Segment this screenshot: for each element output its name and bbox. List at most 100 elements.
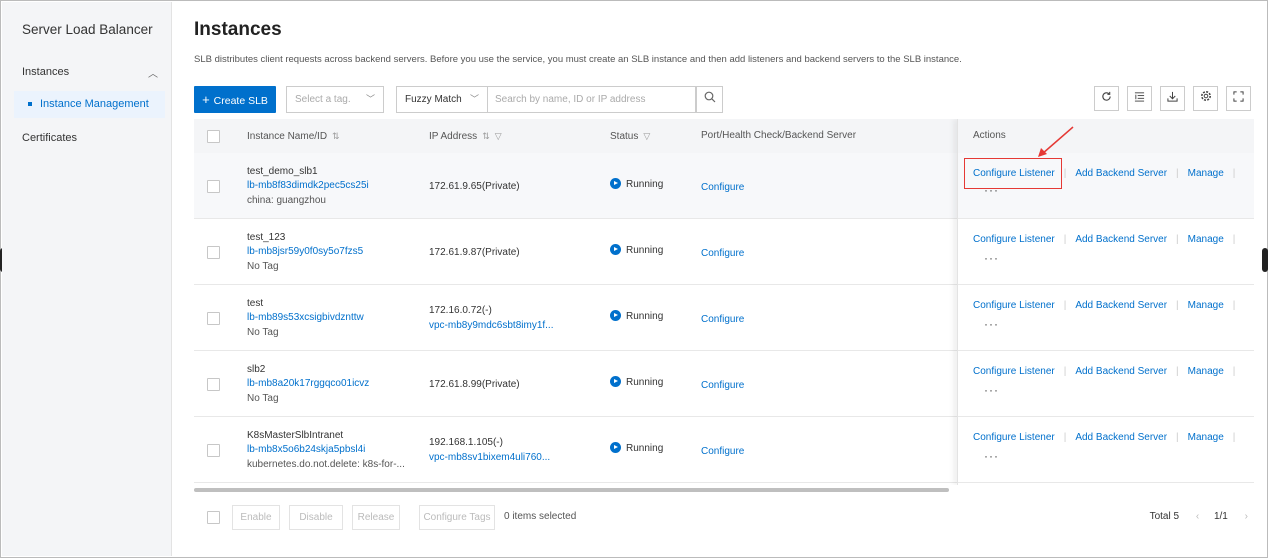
main-content: Instances SLB distributes client request…: [173, 2, 1266, 556]
page-title: Instances: [194, 19, 282, 40]
configure-port-link[interactable]: Configure: [701, 180, 744, 195]
instance-tag: kubernetes.do.not.delete: k8s-for-...: [247, 459, 405, 470]
running-icon: [610, 376, 621, 387]
running-icon: [610, 244, 621, 255]
row-checkbox[interactable]: [207, 444, 220, 457]
filter-icon[interactable]: ▽: [495, 131, 502, 141]
instance-id-link[interactable]: lb-mb8f83dimdk2pec5cs25i: [247, 178, 369, 193]
table-tools: [1094, 86, 1254, 113]
row-checkbox[interactable]: [207, 180, 220, 193]
match-mode-select[interactable]: Fuzzy Match ﹀: [396, 86, 488, 113]
instance-name: K8sMasterSlbIntranet: [247, 430, 344, 441]
instance-id-link[interactable]: lb-mb8jsr59y0f0sy5o7fzs5: [247, 244, 363, 259]
instance-tag: china: guangzhou: [247, 195, 326, 206]
plus-icon: +: [202, 92, 210, 107]
search-icon[interactable]: [696, 86, 723, 113]
configure-tags-button[interactable]: Configure Tags: [419, 505, 495, 530]
tag-select-placeholder: Select a tag.: [295, 94, 351, 105]
sort-icon[interactable]: ⇅: [332, 131, 340, 141]
configure-port-link[interactable]: Configure: [701, 444, 744, 459]
toolbar: + Create SLB Select a tag. ﹀ Fuzzy Match ﹀ …: [194, 86, 1254, 113]
ip-address: 192.168.1.105(-): [429, 437, 503, 448]
ip-address: 172.61.9.65(Private): [429, 181, 520, 192]
status-text: Running: [626, 245, 664, 256]
create-slb-label: Create SLB: [213, 95, 268, 107]
configure-port-link[interactable]: Configure: [701, 378, 744, 393]
row-checkbox[interactable]: [207, 312, 220, 325]
instance-id-link[interactable]: lb-mb8x5o6b24skja5pbsl4i: [247, 442, 365, 457]
instance-tag: No Tag: [247, 327, 279, 338]
status: Running: [610, 177, 663, 192]
instance-name: test_demo_slb1: [247, 166, 318, 177]
total-count: Total 5: [1149, 511, 1180, 522]
batch-actions-bar: Enable Disable Release Configure Tags 0 …: [194, 505, 1254, 530]
prev-page-icon[interactable]: ‹: [1196, 511, 1199, 522]
status-text: Running: [626, 443, 664, 454]
status-text: Running: [626, 311, 664, 322]
column-header-ip[interactable]: IP Address ⇅ ▽: [429, 119, 502, 153]
running-icon: [610, 178, 621, 189]
download-icon[interactable]: [1160, 86, 1185, 111]
match-mode-value: Fuzzy Match: [405, 94, 462, 105]
red-arrow-icon: [1038, 126, 1074, 157]
create-slb-button[interactable]: + Create SLB: [194, 86, 276, 113]
running-icon: [610, 310, 621, 321]
sidebar-item-label: Instance Management: [40, 98, 149, 110]
column-header-port: Port/Health Check/Backend Server: [701, 130, 857, 141]
column-header-status[interactable]: Status ▽: [610, 119, 650, 153]
column-settings-icon[interactable]: [1127, 86, 1152, 111]
instance-id-link[interactable]: lb-mb8a20k17rggqco01icvz: [247, 376, 369, 391]
sidebar-item-instance-management[interactable]: Instance Management: [14, 91, 165, 118]
row-checkbox[interactable]: [207, 378, 220, 391]
instance-name: slb2: [247, 364, 266, 375]
instance-name: test: [247, 298, 264, 309]
configure-port-link[interactable]: Configure: [701, 312, 744, 327]
highlight-box: [964, 158, 1062, 189]
chevron-up-icon: ︿: [148, 69, 158, 80]
selected-count: 0 items selected: [504, 511, 577, 522]
refresh-icon[interactable]: [1094, 86, 1119, 111]
vpc-id-link[interactable]: vpc-mb8y9mdc6sbt8imy1f...: [429, 318, 554, 333]
chevron-down-icon: ﹀: [469, 94, 479, 104]
bullet-icon: [28, 102, 32, 107]
next-page-icon[interactable]: ›: [1245, 511, 1248, 522]
sort-icon[interactable]: ⇅: [482, 131, 490, 141]
sidebar-group-instances[interactable]: Instances ︿: [22, 66, 158, 80]
status: Running: [610, 375, 663, 390]
horizontal-scrollbar[interactable]: [194, 488, 949, 492]
status-text: Running: [626, 179, 664, 190]
instance-id-link[interactable]: lb-mb89s53xcsigbivdznttw: [247, 310, 364, 325]
sidebar: Server Load Balancer Instances ︿ Instanc…: [2, 2, 172, 556]
enable-button[interactable]: Enable: [232, 505, 280, 530]
tag-select[interactable]: Select a tag. ﹀: [286, 86, 384, 113]
instances-table: Instance Name/ID ⇅ IP Address ⇅ ▽ Status ▽ P…: [194, 119, 1254, 485]
vpc-id-link[interactable]: vpc-mb8sv1bixem4uli760...: [429, 450, 550, 465]
configure-port-link[interactable]: Configure: [701, 246, 744, 261]
status-text: Running: [626, 377, 664, 388]
column-header-label: IP Address: [429, 131, 478, 142]
row-checkbox[interactable]: [207, 246, 220, 259]
status: Running: [610, 441, 663, 456]
status: Running: [610, 243, 663, 258]
status: Running: [610, 309, 663, 324]
ip-address: 172.16.0.72(-): [429, 305, 492, 316]
ip-address: 172.61.8.99(Private): [429, 379, 520, 390]
disable-button[interactable]: Disable: [289, 505, 343, 530]
gear-icon[interactable]: [1193, 86, 1218, 111]
chevron-down-icon: ﹀: [365, 94, 375, 104]
sidebar-item-certificates[interactable]: Certificates: [22, 132, 77, 144]
sidebar-group-label: Instances: [22, 66, 70, 78]
fullscreen-icon[interactable]: [1226, 86, 1251, 111]
instance-tag: No Tag: [247, 393, 279, 404]
instance-tag: No Tag: [247, 261, 279, 272]
filter-icon[interactable]: ▽: [643, 131, 650, 141]
footer-select-all-checkbox[interactable]: [207, 511, 220, 524]
instance-name: test_123: [247, 232, 286, 243]
sidebar-title: Server Load Balancer: [22, 22, 153, 37]
column-header-label: Instance Name/ID: [247, 131, 328, 142]
select-all-checkbox[interactable]: [207, 130, 220, 143]
release-button[interactable]: Release: [352, 505, 400, 530]
running-icon: [610, 442, 621, 453]
search-input[interactable]: Search by name, ID or IP address: [487, 86, 696, 113]
column-header-name[interactable]: Instance Name/ID ⇅: [247, 119, 340, 153]
